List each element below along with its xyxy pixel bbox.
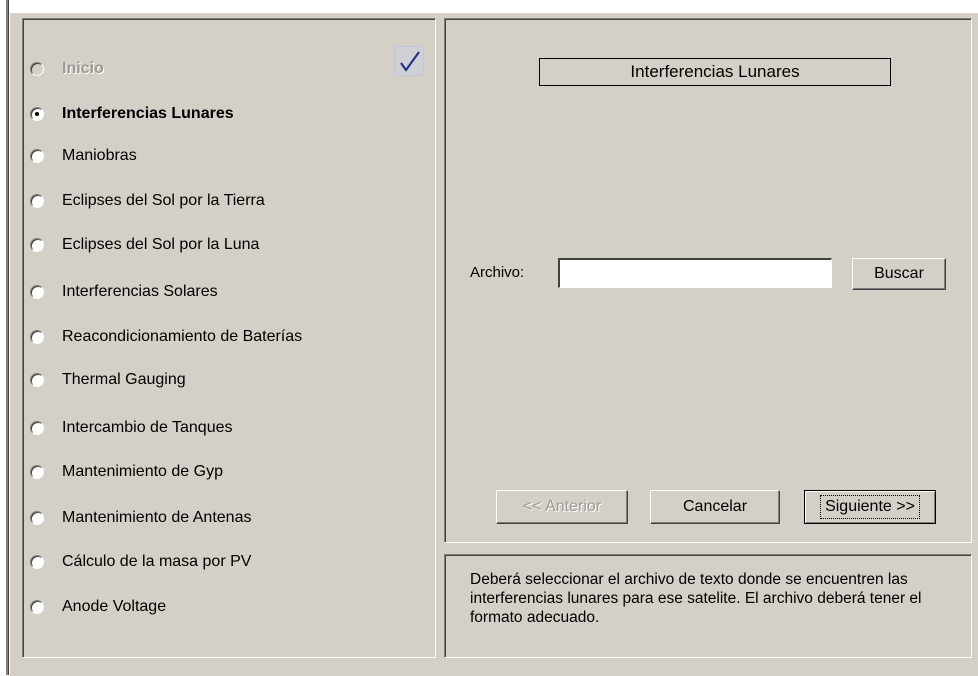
- step-label: Inicio: [62, 60, 104, 77]
- step-label: Interferencias Solares: [62, 283, 218, 300]
- window-left-edge: [6, 0, 9, 675]
- step-interferencias-solares[interactable]: Interferencias Solares: [30, 281, 218, 303]
- step-label: Mantenimiento de Gyp: [62, 463, 223, 480]
- step-reacondicionamiento-de-baterias[interactable]: Reacondicionamiento de Baterías: [30, 326, 302, 348]
- step-label: Thermal Gauging: [62, 371, 186, 388]
- step-radio[interactable]: [30, 285, 44, 299]
- step-label: Eclipses del Sol por la Luna: [62, 236, 260, 253]
- step-label: Anode Voltage: [62, 598, 167, 615]
- step-label: Reacondicionamiento de Baterías: [62, 328, 303, 345]
- step-label: Cálculo de la masa por PV: [62, 553, 252, 570]
- step-radio[interactable]: [30, 149, 44, 163]
- step-label: Maniobras: [62, 147, 137, 164]
- hint-text: Deberá seleccionar el archivo de texto d…: [470, 571, 922, 626]
- step-anode-voltage[interactable]: Anode Voltage: [30, 596, 166, 618]
- step-interferencias-lunares[interactable]: Interferencias Lunares: [30, 103, 234, 125]
- siguiente-button[interactable]: Siguiente >>: [804, 490, 936, 524]
- step-maniobras[interactable]: Maniobras: [30, 145, 137, 167]
- step-radio[interactable]: [30, 511, 44, 525]
- step-radio[interactable]: [30, 465, 44, 479]
- step-label: Mantenimiento de Antenas: [62, 509, 252, 526]
- step-label: Intercambio de Tanques: [62, 419, 233, 436]
- step-inicio[interactable]: Inicio: [30, 58, 104, 80]
- step-eclipses-del-sol-por-la-tierra[interactable]: Eclipses del Sol por la Tierra: [30, 190, 265, 212]
- step-title: Interferencias Lunares: [539, 58, 891, 86]
- step-radio[interactable]: [30, 373, 44, 387]
- step-radio[interactable]: [30, 600, 44, 614]
- step-radio[interactable]: [30, 421, 44, 435]
- archivo-input[interactable]: [558, 258, 832, 288]
- step-radio[interactable]: [30, 62, 44, 76]
- step-thermal-gauging[interactable]: Thermal Gauging: [30, 369, 186, 391]
- step-intercambio-de-tanques[interactable]: Intercambio de Tanques: [30, 417, 232, 439]
- checkmark-icon: [394, 46, 424, 76]
- step-label: Eclipses del Sol por la Tierra: [62, 192, 265, 209]
- step-radio[interactable]: [30, 330, 44, 344]
- step-mantenimiento-de-antenas[interactable]: Mantenimiento de Antenas: [30, 507, 251, 529]
- step-radio[interactable]: [30, 555, 44, 569]
- step-calculo-de-la-masa-por-pv[interactable]: Cálculo de la masa por PV: [30, 551, 251, 573]
- anterior-button[interactable]: << Anterior: [496, 490, 628, 524]
- archivo-label: Archivo:: [470, 264, 525, 281]
- siguiente-label: Siguiente >>: [820, 495, 920, 519]
- step-radio[interactable]: [30, 194, 44, 208]
- step-radio[interactable]: [30, 107, 44, 121]
- buscar-button[interactable]: Buscar: [852, 258, 946, 290]
- step-radio[interactable]: [30, 238, 44, 252]
- step-mantenimiento-de-gyp[interactable]: Mantenimiento de Gyp: [30, 461, 223, 483]
- step-eclipses-del-sol-por-la-luna[interactable]: Eclipses del Sol por la Luna: [30, 234, 259, 256]
- step-label: Interferencias Lunares: [62, 105, 234, 122]
- cancelar-button[interactable]: Cancelar: [650, 490, 780, 524]
